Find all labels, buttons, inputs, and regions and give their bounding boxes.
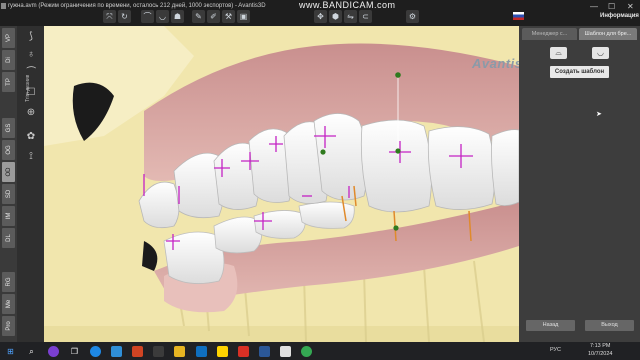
lower-jaw-button[interactable]: ◡	[592, 47, 609, 59]
files-icon[interactable]	[153, 346, 164, 357]
tools-icon[interactable]: ⚒	[222, 10, 235, 23]
clock-time[interactable]: 7:13 PM	[590, 343, 610, 349]
tab-label: RG	[5, 277, 12, 287]
tab-og[interactable]: OG	[2, 140, 15, 160]
main-toolbar: ⤧ ↻ ⌒ ◡ ☗ ✎ ✐ ⚒ ▣ ✥ ⬢ ⇋ ⊂ ⚙	[103, 10, 419, 24]
brand-logo: Avantis3D	[472, 56, 519, 71]
maximize-button[interactable]: ☐	[608, 2, 615, 11]
tab-sd[interactable]: SD	[2, 184, 15, 204]
taskbar: ⊞ ⌕ ❐ РУС 7:13 PM 10/7/2024	[0, 342, 640, 360]
app-icon[interactable]	[196, 346, 207, 357]
jaw-icon[interactable]: ♁	[22, 48, 40, 62]
back-button[interactable]: Назад	[526, 320, 575, 331]
tab-label: TP	[5, 78, 12, 86]
rotate-icon[interactable]: ↻	[118, 10, 131, 23]
photo-icon[interactable]: ▣	[237, 10, 250, 23]
tab-gs[interactable]: GS	[2, 118, 15, 138]
paint-icon[interactable]: ✎	[192, 10, 205, 23]
brand-name: Avantis	[472, 56, 519, 71]
start-icon[interactable]: ⊞	[5, 346, 16, 357]
avantis-icon[interactable]	[280, 346, 291, 357]
tool-label: Trim дезиив	[25, 74, 31, 102]
task-view-icon[interactable]: ❐	[69, 346, 80, 357]
tab-di[interactable]: Di	[2, 50, 15, 70]
move-icon[interactable]: ✥	[314, 10, 327, 23]
tab-rg[interactable]: RG	[2, 272, 15, 292]
tab-pro[interactable]: Pro	[2, 316, 15, 336]
cursor-arrow-icon[interactable]: ⤧	[103, 10, 116, 23]
teeth-icon[interactable]: ☗	[171, 10, 184, 23]
implant-icon[interactable]: ⟟	[22, 150, 40, 164]
info-tab[interactable]: Информация	[600, 13, 639, 19]
language-flag-icon[interactable]	[513, 12, 524, 20]
tab-manager[interactable]: Менеджер с...	[522, 28, 577, 40]
shapes-icon[interactable]: ⬢	[329, 10, 342, 23]
tab-bracket-template[interactable]: Шаблон для бре...	[579, 28, 637, 40]
tab-label: VP	[5, 33, 12, 43]
cortana-icon[interactable]	[48, 346, 59, 357]
dental-model-scene[interactable]	[44, 26, 519, 342]
tab-label: Me	[5, 299, 12, 309]
settings-icon[interactable]: ⚙	[406, 10, 419, 23]
tab-me[interactable]: Me	[2, 294, 15, 314]
tab-label: IM	[5, 212, 12, 220]
close-button[interactable]: ✕	[627, 2, 634, 11]
mouse-cursor-icon: ➤	[596, 111, 602, 118]
create-template-button[interactable]: Создать шаблон	[550, 66, 609, 78]
tab-im[interactable]: IM	[2, 206, 15, 226]
mirror-icon[interactable]: ⇋	[344, 10, 357, 23]
gum-icon[interactable]: ⊕	[22, 106, 40, 120]
mail-icon[interactable]	[111, 346, 122, 357]
3d-viewport[interactable]: Avantis3D	[44, 26, 519, 342]
tab-label: GS	[5, 123, 12, 133]
ruler-icon[interactable]: ✐	[207, 10, 220, 23]
search-icon[interactable]: ⌕	[26, 346, 37, 357]
tool-column: ⟆ ♁ ⏜ ☐ Trim дезиив ⊕ ✿ ⟟	[17, 26, 44, 342]
flower-icon[interactable]: ✿	[22, 130, 40, 144]
window-title: ryжна.avm (Режим ограничения по времени,…	[8, 3, 266, 9]
right-panel: Менеджер с... Шаблон для бре... ⌓ ◡ Созд…	[519, 26, 640, 342]
edge-icon[interactable]	[90, 346, 101, 357]
brush-icon[interactable]: ⟆	[22, 30, 40, 44]
clip-icon[interactable]: ⊂	[359, 10, 372, 23]
yandex-icon[interactable]	[217, 346, 228, 357]
tab-label: OD	[5, 167, 12, 177]
tab-label: OG	[5, 145, 12, 155]
tab-label: DL	[5, 234, 12, 242]
explorer-icon[interactable]	[174, 346, 185, 357]
tab-od[interactable]: OD	[2, 162, 15, 182]
title-bar: ryжна.avm (Режим ограничения по времени,…	[0, 0, 640, 27]
tab-label: Di	[5, 57, 12, 63]
app-icon	[1, 3, 6, 9]
upper-jaw-button[interactable]: ⌓	[550, 47, 567, 59]
stage-sidebar: VP Di TP GS OG OD SD IM DL RG Me Pro	[0, 26, 17, 342]
watermark: www.BANDICAM.com	[299, 0, 396, 10]
tab-dl[interactable]: DL	[2, 228, 15, 248]
chrome-icon[interactable]	[301, 346, 312, 357]
tab-label: Pro	[5, 321, 12, 331]
upper-jaw-icon[interactable]: ⌒	[141, 10, 154, 23]
word-icon[interactable]	[259, 346, 270, 357]
language-indicator[interactable]: РУС	[550, 347, 561, 353]
tab-label: SD	[5, 189, 12, 199]
clock-date[interactable]: 10/7/2024	[588, 351, 612, 357]
exit-button[interactable]: Выход	[585, 320, 634, 331]
tab-tp[interactable]: TP	[2, 72, 15, 92]
red-app-icon[interactable]	[238, 346, 249, 357]
tab-vp[interactable]: VP	[2, 28, 15, 48]
lower-jaw-icon[interactable]: ◡	[156, 10, 169, 23]
powerpoint-icon[interactable]	[132, 346, 143, 357]
minimize-button[interactable]: —	[590, 2, 598, 11]
